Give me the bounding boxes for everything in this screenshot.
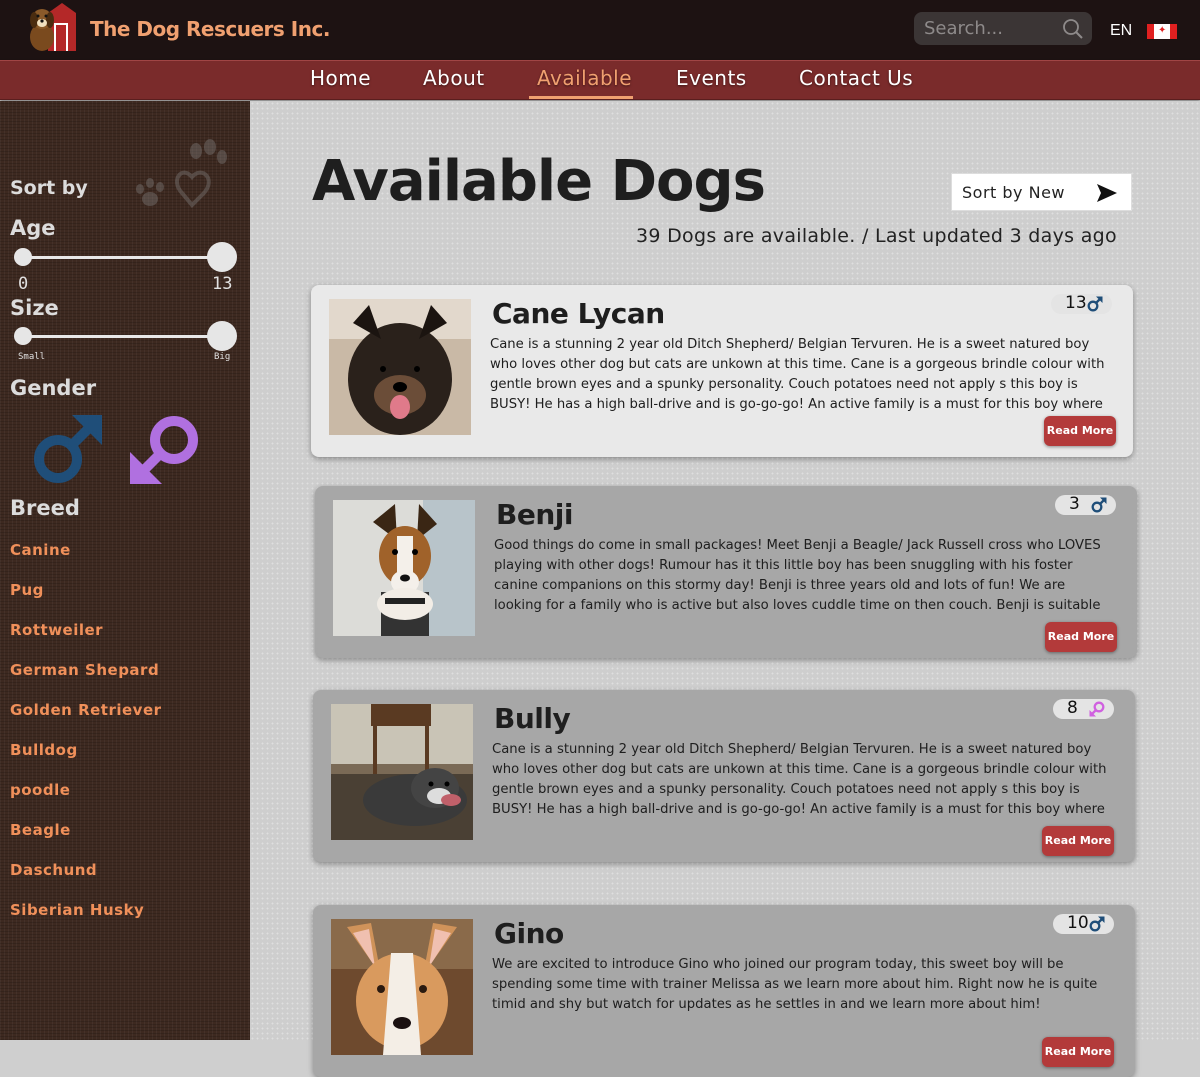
active-nav-underline: [529, 96, 633, 99]
dog-photo[interactable]: [331, 704, 473, 840]
size-max-handle[interactable]: [207, 321, 237, 351]
breed-bulldog[interactable]: Bulldog: [10, 741, 78, 759]
dog-card[interactable]: Gino We are excited to introduce Gino wh…: [313, 905, 1135, 1077]
female-icon: [1089, 701, 1105, 717]
send-arrow-icon: [1097, 184, 1117, 202]
age-heading: Age: [10, 216, 56, 240]
nav-available[interactable]: Available: [537, 66, 632, 90]
age-slider-track[interactable]: [20, 256, 225, 259]
logo-icon[interactable]: [28, 3, 78, 55]
nav-events[interactable]: Events: [676, 66, 747, 90]
size-min-label: Small: [18, 352, 46, 362]
page-title: Available Dogs: [312, 149, 766, 214]
dog-name[interactable]: Bully: [494, 702, 571, 735]
dog-age: 13: [1065, 293, 1087, 313]
breed-rottweiler[interactable]: Rottweiler: [10, 621, 103, 639]
main-content: Available Dogs Sort by New 39 Dogs are a…: [250, 101, 1200, 1077]
language-selector[interactable]: EN: [1110, 22, 1132, 40]
main-nav: Home About Available Events Contact Us: [0, 60, 1200, 100]
nav-about[interactable]: About: [423, 66, 485, 90]
dog-card[interactable]: Benji Good things do come in small packa…: [315, 486, 1137, 658]
male-icon: [1091, 497, 1107, 513]
read-more-button[interactable]: Read More: [1045, 622, 1117, 652]
breed-daschund[interactable]: Daschund: [10, 861, 97, 879]
gender-heading: Gender: [10, 376, 97, 400]
breed-pug[interactable]: Pug: [10, 581, 44, 599]
dog-description: Cane is a stunning 2 year old Ditch Shep…: [492, 742, 1107, 817]
dog-card[interactable]: Bully Cane is a stunning 2 year old Ditc…: [313, 690, 1135, 862]
age-gender-badge: 13: [1051, 293, 1112, 314]
filter-sidebar: Sort by Age 0 13 Size Small Big Gender B…: [0, 101, 250, 1040]
female-icon[interactable]: [128, 412, 204, 486]
dog-description: Cane is a stunning 2 year old Ditch Shep…: [490, 337, 1105, 412]
dog-description: Good things do come in small packages! M…: [494, 538, 1101, 613]
canada-flag-icon[interactable]: ✦: [1147, 24, 1177, 39]
brand-name[interactable]: The Dog Rescuers Inc.: [90, 17, 330, 41]
sort-button-label: Sort by New: [962, 183, 1065, 202]
male-icon: [1087, 296, 1103, 312]
size-heading: Size: [10, 296, 59, 320]
age-min-handle[interactable]: [14, 248, 32, 266]
dog-name[interactable]: Benji: [496, 498, 573, 531]
search-box: [914, 12, 1092, 45]
search-icon[interactable]: [1062, 18, 1084, 40]
male-icon[interactable]: [30, 413, 104, 487]
read-more-button[interactable]: Read More: [1044, 416, 1116, 446]
breed-golden-retriever[interactable]: Golden Retriever: [10, 701, 162, 719]
age-gender-badge: 3: [1055, 494, 1116, 515]
dog-name[interactable]: Gino: [494, 917, 564, 950]
paw-heart-icon: [136, 139, 227, 208]
dog-age: 10: [1067, 913, 1089, 933]
sort-button[interactable]: Sort by New: [951, 173, 1132, 211]
breed-heading: Breed: [10, 496, 80, 520]
size-slider-track[interactable]: [20, 335, 225, 338]
dog-photo[interactable]: [329, 299, 471, 435]
dog-age: 8: [1067, 698, 1078, 718]
breed-german-shepard[interactable]: German Shepard: [10, 661, 159, 679]
top-bar: The Dog Rescuers Inc. EN ✦: [0, 0, 1200, 60]
breed-canine[interactable]: Canine: [10, 541, 71, 559]
dog-card[interactable]: Cane Lycan Cane is a stunning 2 year old…: [311, 285, 1133, 457]
breed-beagle[interactable]: Beagle: [10, 821, 71, 839]
size-min-handle[interactable]: [14, 327, 32, 345]
nav-contact-us[interactable]: Contact Us: [799, 66, 913, 90]
dog-photo[interactable]: [331, 919, 473, 1055]
availability-status: 39 Dogs are available. / Last updated 3 …: [636, 225, 1117, 247]
dog-photo[interactable]: [333, 500, 475, 636]
male-icon: [1089, 916, 1105, 932]
age-gender-badge: 8: [1053, 698, 1114, 719]
dog-age: 3: [1069, 494, 1080, 514]
sort-by-heading: Sort by: [10, 177, 88, 199]
age-max-label: 13: [212, 274, 233, 294]
breed-poodle[interactable]: poodle: [10, 781, 70, 799]
dog-name[interactable]: Cane Lycan: [492, 297, 665, 330]
search-input[interactable]: [922, 16, 1054, 41]
read-more-button[interactable]: Read More: [1042, 1037, 1114, 1067]
age-max-handle[interactable]: [207, 242, 237, 272]
nav-home[interactable]: Home: [310, 66, 371, 90]
age-min-label: 0: [18, 274, 29, 294]
read-more-button[interactable]: Read More: [1042, 826, 1114, 856]
age-gender-badge: 10: [1053, 913, 1114, 934]
breed-siberian-husky[interactable]: Siberian Husky: [10, 901, 144, 919]
dog-description: We are excited to introduce Gino who joi…: [492, 957, 1098, 1012]
size-max-label: Big: [214, 352, 231, 362]
